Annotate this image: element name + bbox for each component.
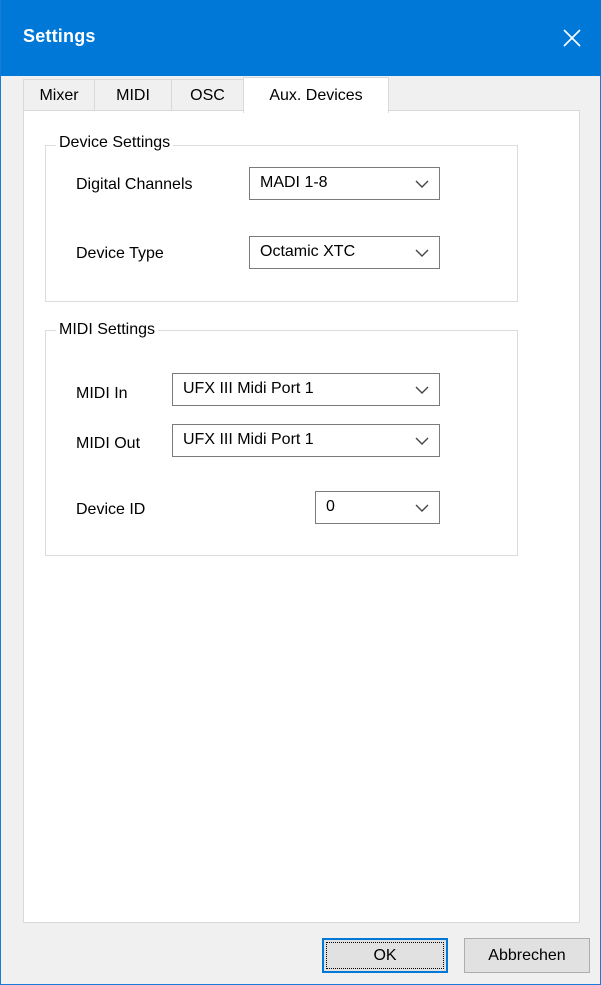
title-bar[interactable]: Settings — [1, 0, 601, 76]
midi-in-value: UFX III Midi Port 1 — [183, 380, 314, 397]
digital-channels-label: Digital Channels — [76, 176, 193, 193]
tab-panel-aux-devices: Device Settings Digital Channels MADI 1-… — [23, 110, 580, 923]
device-type-value: Octamic XTC — [260, 243, 356, 260]
device-id-value: 0 — [326, 498, 335, 515]
tab-osc[interactable]: OSC — [171, 79, 244, 111]
midi-settings-legend: MIDI Settings — [56, 321, 159, 339]
tab-aux-devices[interactable]: Aux. Devices — [243, 77, 389, 113]
midi-in-label: MIDI In — [76, 385, 128, 402]
device-type-select[interactable]: Octamic XTC — [249, 236, 440, 269]
midi-in-select[interactable]: UFX III Midi Port 1 — [172, 373, 440, 406]
chevron-down-icon — [415, 504, 429, 512]
window-title: Settings — [23, 26, 96, 46]
device-type-label: Device Type — [76, 245, 164, 262]
tab-mixer[interactable]: Mixer — [23, 79, 95, 111]
device-id-select[interactable]: 0 — [315, 491, 440, 524]
close-icon — [563, 29, 581, 47]
chevron-down-icon — [415, 249, 429, 257]
digital-channels-select[interactable]: MADI 1-8 — [249, 167, 440, 200]
midi-out-label: MIDI Out — [76, 435, 141, 452]
ok-button[interactable]: OK — [322, 938, 448, 973]
midi-out-select[interactable]: UFX III Midi Port 1 — [172, 424, 440, 457]
chevron-down-icon — [415, 437, 429, 445]
digital-channels-value: MADI 1-8 — [260, 174, 328, 191]
chevron-down-icon — [415, 386, 429, 394]
close-button[interactable] — [542, 0, 601, 76]
cancel-button[interactable]: Abbrechen — [464, 938, 590, 973]
device-settings-legend: Device Settings — [56, 134, 174, 152]
tab-midi[interactable]: MIDI — [94, 79, 172, 111]
settings-dialog: Settings Mixer MIDI OSC Aux. Devices Dev… — [0, 0, 601, 985]
device-id-label: Device ID — [76, 501, 146, 518]
midi-out-value: UFX III Midi Port 1 — [183, 431, 314, 448]
focus-rectangle — [326, 942, 444, 969]
chevron-down-icon — [415, 180, 429, 188]
